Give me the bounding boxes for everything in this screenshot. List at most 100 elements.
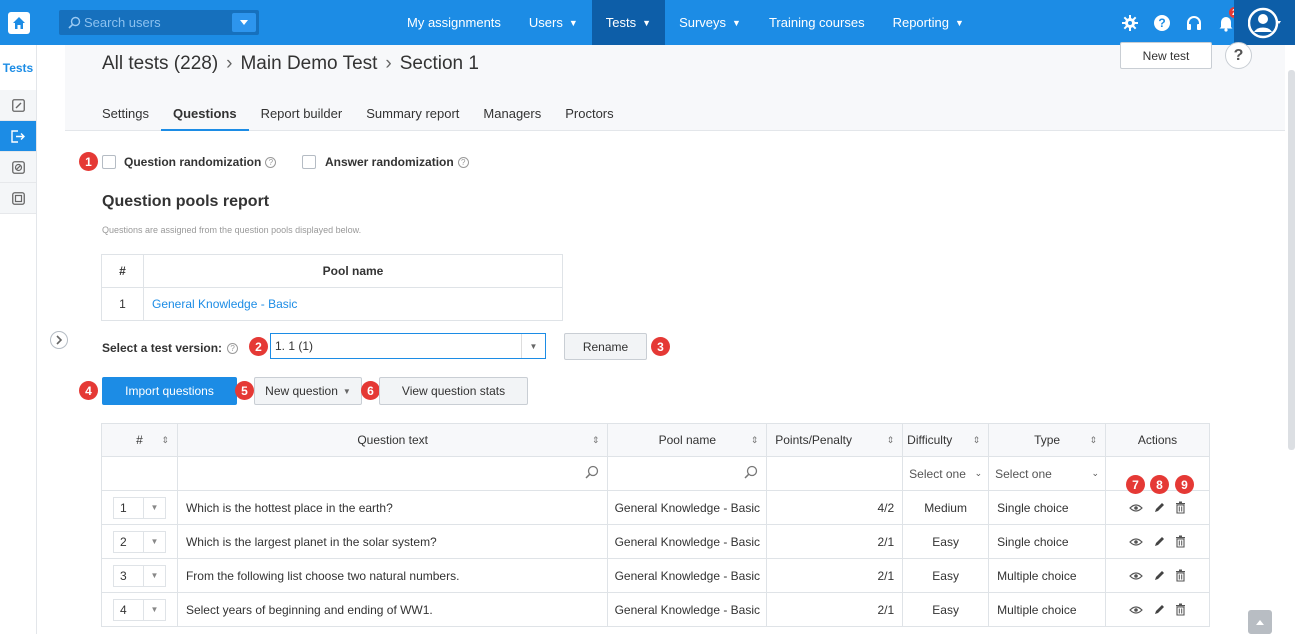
new-test-button[interactable]: New test [1120, 42, 1212, 69]
order-select[interactable]: 2 ▼ [112, 530, 166, 553]
filter-points [766, 456, 904, 491]
edit-pencil-icon[interactable] [1153, 536, 1165, 548]
question-randomization-checkbox[interactable] [102, 155, 116, 169]
filter-pool-name[interactable] [607, 456, 768, 491]
delete-trash-icon[interactable] [1175, 535, 1186, 548]
search-icon [64, 16, 84, 29]
nav-reporting[interactable]: Reporting ▼ [879, 0, 978, 45]
col-num[interactable]: # ⇕ [101, 423, 178, 457]
col-type[interactable]: Type ⇕ [988, 423, 1107, 457]
difficulty: Medium [902, 490, 990, 525]
filter-type-select[interactable]: Select one ⌄ [988, 456, 1107, 491]
edit-pencil-icon[interactable] [1153, 502, 1165, 514]
home-icon [7, 11, 30, 34]
question-text: Select years of beginning and ending of … [176, 592, 609, 627]
nav-surveys[interactable]: Surveys ▼ [665, 0, 755, 45]
export-icon [11, 129, 25, 143]
delete-trash-icon[interactable] [1175, 569, 1186, 582]
rename-button[interactable]: Rename [564, 333, 647, 360]
answer-randomization-label: Answer randomization? [325, 155, 469, 169]
scroll-to-top-button[interactable] [1248, 610, 1272, 634]
filter-difficulty-select[interactable]: Select one ⌄ [902, 456, 990, 491]
sidebar-item-edit[interactable] [0, 90, 36, 121]
delete-trash-icon[interactable] [1175, 603, 1186, 616]
view-eye-icon[interactable] [1129, 571, 1143, 581]
nav-training-courses[interactable]: Training courses [755, 0, 879, 45]
callout-marker: 5 [235, 381, 254, 400]
table-row: 2 ▼ Which is the largest planet in the so… [101, 524, 1210, 559]
home-button[interactable] [0, 0, 37, 45]
sidebar-item-copy[interactable] [0, 183, 36, 214]
tab-proctors[interactable]: Proctors [553, 106, 625, 131]
nav-users[interactable]: Users ▼ [515, 0, 592, 45]
callout-marker: 8 [1150, 475, 1169, 494]
table-row: 1 General Knowledge - Basic [101, 287, 563, 321]
chevron-up-icon [1256, 619, 1264, 625]
help-icon[interactable]: ? [1150, 11, 1174, 35]
points-penalty: 4/2 [766, 490, 904, 525]
tab-managers[interactable]: Managers [471, 106, 553, 131]
chevron-down-icon: ▼ [150, 605, 159, 614]
question-text: Which is the hottest place in the earth? [176, 490, 609, 525]
page-help-button[interactable]: ? [1225, 42, 1252, 69]
breadcrumb-separator: › [385, 53, 392, 74]
breadcrumb-test[interactable]: Main Demo Test [240, 53, 377, 75]
order-select[interactable]: 4 ▼ [112, 598, 166, 621]
tab-report-builder[interactable]: Report builder [249, 106, 355, 131]
nav-tests[interactable]: Tests ▼ [591, 0, 666, 45]
user-menu[interactable] [1234, 0, 1295, 45]
answer-randomization-checkbox[interactable] [302, 155, 316, 169]
search-dropdown-toggle[interactable] [232, 13, 256, 32]
tab-settings[interactable]: Settings [102, 106, 161, 131]
pool-num: 1 [101, 287, 144, 321]
nav-my-assignments[interactable]: My assignments [393, 0, 515, 45]
pool-name-link[interactable]: General Knowledge - Basic [143, 287, 563, 321]
difficulty: Easy [902, 524, 990, 559]
chevron-down-icon: ▼ [954, 17, 964, 28]
view-question-stats-button[interactable]: View question stats [379, 377, 528, 405]
question-text: Which is the largest planet in the solar… [176, 524, 609, 559]
difficulty: Easy [902, 558, 990, 593]
pools-section-subtitle: Questions are assigned from the question… [102, 225, 362, 235]
page-scrollbar[interactable] [1288, 70, 1295, 450]
info-icon: ? [265, 156, 277, 168]
test-version-select[interactable]: 1. 1 (1) ▼ [270, 333, 546, 359]
col-points[interactable]: Points/Penalty ⇕ [766, 423, 904, 457]
delete-trash-icon[interactable] [1175, 501, 1186, 514]
pool-name: General Knowledge - Basic [607, 490, 768, 525]
order-select[interactable]: 1 ▼ [112, 496, 166, 519]
filter-question-text[interactable] [176, 456, 609, 491]
edit-pencil-icon[interactable] [1153, 570, 1165, 582]
settings-gear-icon[interactable] [1118, 11, 1142, 35]
pool-name: General Knowledge - Basic [607, 558, 768, 593]
search-users-box[interactable]: Search users [59, 10, 259, 35]
search-icon [744, 465, 758, 479]
new-question-button[interactable]: New question ▼ [254, 377, 362, 405]
tab-summary-report[interactable]: Summary report [354, 106, 471, 131]
view-eye-icon[interactable] [1129, 605, 1143, 615]
col-difficulty[interactable]: Difficulty ⇕ [902, 423, 990, 457]
view-eye-icon[interactable] [1129, 537, 1143, 547]
edit-pencil-icon[interactable] [1153, 604, 1165, 616]
import-questions-button[interactable]: Import questions [102, 377, 237, 405]
block-icon [11, 160, 25, 174]
breadcrumb-all-tests[interactable]: All tests (228) [102, 53, 218, 75]
info-icon: ? [457, 156, 469, 168]
col-pool-name[interactable]: Pool name ⇕ [607, 423, 768, 457]
col-question-text[interactable]: Question text ⇕ [176, 423, 609, 457]
tab-questions[interactable]: Questions [160, 106, 249, 131]
order-select[interactable]: 3 ▼ [112, 564, 166, 587]
sidebar-item-block[interactable] [0, 152, 36, 183]
pools-col-num: # [101, 254, 144, 288]
tab-bar: Settings Questions Report builder Summar… [102, 106, 626, 131]
chevron-down-icon: ▼ [642, 17, 652, 28]
headset-icon[interactable] [1182, 11, 1206, 35]
view-eye-icon[interactable] [1129, 503, 1143, 513]
copy-icon [11, 191, 25, 205]
search-input[interactable]: Search users [84, 15, 232, 30]
edit-icon [11, 98, 25, 112]
points-penalty: 2/1 [766, 524, 904, 559]
sidebar-item-assign[interactable] [0, 121, 36, 152]
sidebar-toggle-button[interactable] [50, 331, 68, 349]
sort-icon: ⇕ [591, 434, 600, 445]
